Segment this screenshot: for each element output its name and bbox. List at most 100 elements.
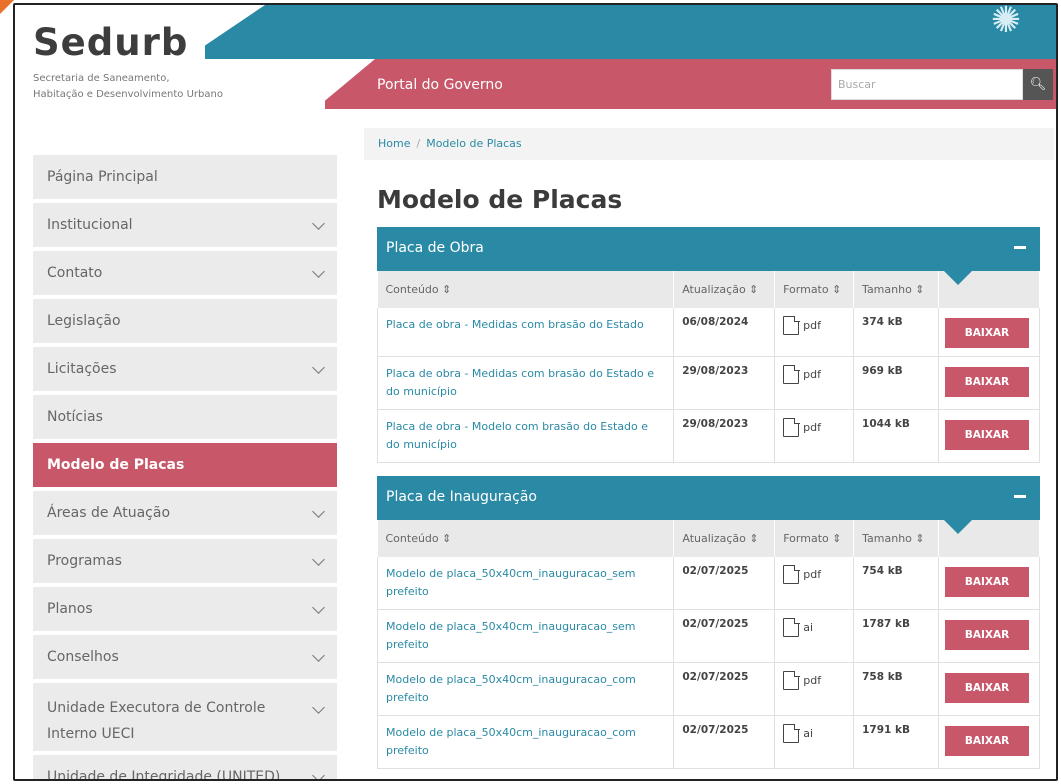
chevron-down-icon[interactable] (312, 504, 325, 518)
accordion-panel: Placa de Obra Conteúdo ⇕ Atualização ⇕ Form… (376, 227, 1041, 463)
file-date: 06/08/2024 (673, 308, 776, 357)
page-title: Modelo de Placas (377, 185, 623, 214)
download-button[interactable]: BAIXAR (945, 726, 1029, 756)
search-input[interactable]: Buscar (831, 69, 1023, 100)
file-size: 758 kB (853, 662, 939, 716)
breadcrumb-separator: / (416, 137, 421, 150)
file-format: pdf (774, 662, 855, 716)
sidebar-item-label: Unidade Executora de Controle Interno UE… (47, 700, 266, 742)
sidebar-item[interactable]: Contato (33, 251, 337, 295)
header-notch (944, 271, 972, 285)
file-date: 02/07/2025 (673, 557, 776, 610)
portal-link[interactable]: Portal do Governo (377, 77, 503, 93)
site-logo[interactable]: Sedurb (33, 21, 188, 64)
corner-accent (0, 0, 14, 14)
col-size[interactable]: Tamanho ⇕ (853, 520, 939, 557)
sidebar-item-label: Notícias (47, 409, 103, 425)
table-row: Placa de obra - Medidas com brasão do Es… (376, 308, 1041, 357)
col-format[interactable]: Formato ⇕ (774, 520, 855, 557)
accordion-header[interactable]: Placa de Obra (377, 227, 1040, 285)
file-format: pdf (774, 308, 855, 357)
download-button[interactable]: BAIXAR (944, 318, 1029, 348)
col-updated[interactable]: Atualização ⇕ (673, 520, 776, 557)
col-content[interactable]: Conteúdo ⇕ (377, 271, 675, 308)
col-size[interactable]: Tamanho ⇕ (853, 271, 939, 308)
file-link[interactable]: Modelo de placa_50x40cm_inauguracao_sem … (376, 557, 675, 610)
file-size: 754 kB (853, 557, 939, 610)
format-label: ai (803, 621, 814, 634)
table-header-row: Conteúdo ⇕ Atualização ⇕ Formato ⇕ Tamanho … (377, 271, 1041, 308)
file-icon (783, 617, 800, 637)
collapse-icon[interactable] (1014, 246, 1026, 249)
breadcrumb-home[interactable]: Home (378, 137, 410, 150)
accordion-header[interactable]: Placa de Inauguração (377, 476, 1040, 534)
action-cell: BAIXAR (938, 662, 1040, 716)
file-format: ai (774, 609, 855, 663)
action-cell: BAIXAR (938, 409, 1041, 463)
sidebar-item-label: Legislação (47, 313, 121, 329)
sidebar-item[interactable]: Página Principal (33, 155, 337, 199)
chevron-down-icon[interactable] (312, 360, 325, 374)
file-link[interactable]: Placa de obra - Medidas com brasão do Es… (376, 308, 675, 357)
chevron-down-icon[interactable] (312, 216, 325, 230)
sidebar-item-label: Planos (47, 601, 93, 617)
col-content[interactable]: Conteúdo ⇕ (377, 520, 675, 557)
header-notch (944, 520, 972, 534)
file-size: 1787 kB (853, 609, 939, 663)
file-size: 374 kB (853, 308, 939, 357)
file-link[interactable]: Modelo de placa_50x40cm_inauguracao_sem … (376, 609, 675, 663)
pdf-file-icon (783, 670, 800, 690)
table-row: Modelo de placa_50x40cm_inauguracao_sem … (376, 609, 1040, 663)
panel-title: Placa de Obra (386, 240, 484, 256)
file-format: pdf (774, 557, 855, 610)
col-updated[interactable]: Atualização ⇕ (673, 271, 776, 308)
file-link[interactable]: Modelo de placa_50x40cm_inauguracao_com … (376, 715, 675, 769)
sidebar-item[interactable]: Legislação (33, 299, 337, 343)
file-link[interactable]: Modelo de placa_50x40cm_inauguracao_com … (376, 662, 675, 716)
chevron-down-icon[interactable] (312, 264, 325, 278)
sidebar-item[interactable]: Conselhos (33, 635, 337, 679)
sidebar-item[interactable]: Modelo de Placas (33, 443, 337, 487)
files-table: Conteúdo ⇕ Atualização ⇕ Formato ⇕ Tamanho … (376, 271, 1041, 463)
download-button[interactable]: BAIXAR (945, 620, 1029, 650)
chevron-down-icon[interactable] (312, 648, 325, 662)
file-link[interactable]: Placa de obra - Modelo com brasão do Est… (376, 409, 675, 463)
search-button[interactable]: 🔍︎ (1023, 69, 1053, 100)
breadcrumb: Home / Modelo de Placas (364, 128, 1054, 160)
file-date: 02/07/2025 (673, 715, 776, 769)
file-icon (783, 723, 800, 743)
sidebar-item-label: Unidade de Integridade (UNITED) (47, 769, 281, 781)
download-button[interactable]: BAIXAR (945, 673, 1029, 703)
collapse-icon[interactable] (1014, 495, 1026, 498)
sidebar-item[interactable]: Áreas de Atuação (33, 491, 337, 535)
chevron-down-icon[interactable] (312, 600, 325, 614)
download-button[interactable]: BAIXAR (945, 567, 1029, 597)
col-format[interactable]: Formato ⇕ (774, 271, 855, 308)
download-button[interactable]: BAIXAR (944, 420, 1029, 450)
sidebar-item[interactable]: Programas (33, 539, 337, 583)
file-link[interactable]: Placa de obra - Medidas com brasão do Es… (376, 356, 675, 410)
chevron-down-icon[interactable] (312, 768, 325, 779)
breadcrumb-current[interactable]: Modelo de Placas (426, 137, 521, 150)
sidebar-item[interactable]: Unidade Executora de Controle Interno UE… (33, 683, 337, 751)
site-subtitle: Secretaria de Saneamento, Habitação e De… (33, 73, 223, 100)
action-cell: BAIXAR (938, 356, 1041, 410)
table-row: Modelo de placa_50x40cm_inauguracao_com … (376, 662, 1040, 716)
download-button[interactable]: BAIXAR (944, 367, 1029, 397)
nav-wedge (315, 59, 375, 109)
chevron-down-icon[interactable] (312, 701, 325, 714)
sidebar-item-label: Modelo de Placas (47, 457, 185, 473)
accordion-panel: Placa de Inauguração Conteúdo ⇕ Atualizaçã… (376, 476, 1040, 769)
file-size: 1044 kB (853, 409, 939, 463)
file-date: 29/08/2023 (673, 409, 776, 463)
pdf-file-icon (783, 564, 800, 584)
file-date: 29/08/2023 (673, 356, 776, 410)
sidebar-item[interactable]: Planos (33, 587, 337, 631)
sidebar-item[interactable]: Institucional (33, 203, 337, 247)
chevron-down-icon[interactable] (312, 552, 325, 566)
sidebar-item[interactable]: Unidade de Integridade (UNITED) (33, 755, 337, 781)
sidebar-item[interactable]: Notícias (33, 395, 337, 439)
format-label: ai (803, 727, 814, 740)
sidebar-item-label: Página Principal (47, 169, 158, 185)
sidebar-item[interactable]: Licitações (33, 347, 337, 391)
